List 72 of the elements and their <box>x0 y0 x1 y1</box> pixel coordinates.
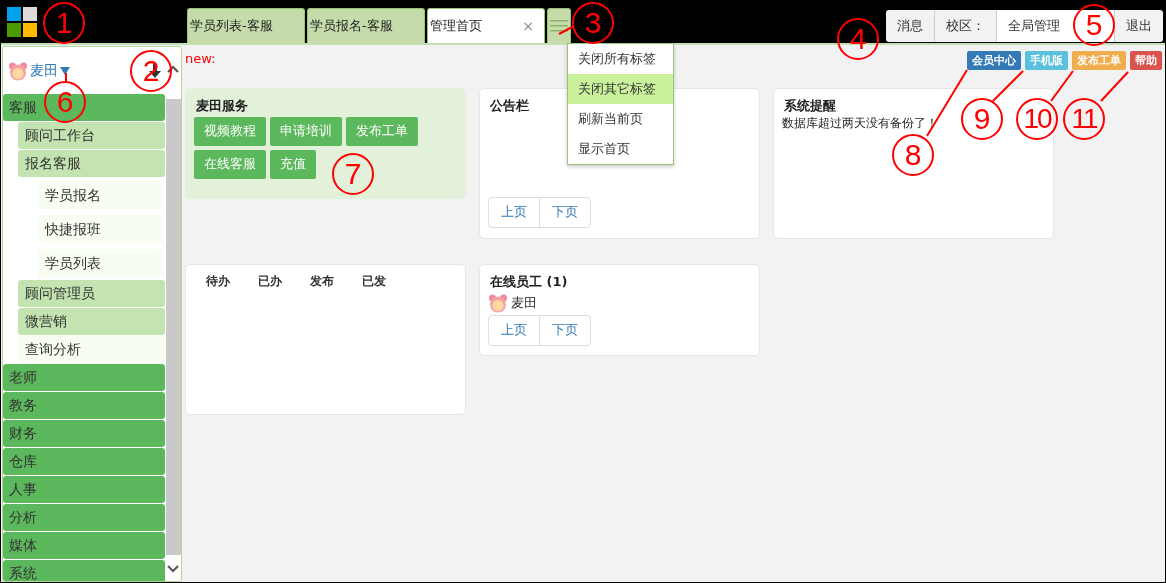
annotation-number: 6 <box>44 81 86 123</box>
action-button[interactable]: 退出 <box>1114 10 1163 42</box>
menu-item[interactable]: 微营销 <box>18 308 165 335</box>
staff-name: 麦田 <box>511 294 537 312</box>
leader-line <box>558 25 575 35</box>
annotation-number: 11 <box>1063 98 1105 140</box>
scrollbar-thumb[interactable] <box>165 99 181 555</box>
menu-item[interactable]: 学员列表 <box>38 249 163 277</box>
task-tab[interactable]: 已办 <box>258 273 282 290</box>
pager-button[interactable]: 下页 <box>539 198 590 227</box>
avatar-icon <box>488 293 508 313</box>
annotation-number: 2 <box>130 50 172 92</box>
menu-item[interactable]: 学员报名 <box>38 181 163 209</box>
annotation-number: 10 <box>1016 98 1058 140</box>
task-tab[interactable]: 已发 <box>362 273 386 290</box>
menu-item[interactable]: 老师 <box>3 364 165 391</box>
logo-icon <box>7 7 37 37</box>
menu-button[interactable] <box>547 8 571 43</box>
leader-line <box>992 70 1024 102</box>
menu-item[interactable]: 财务 <box>3 420 165 447</box>
dropdown-item[interactable]: 关闭所有标签 <box>568 44 673 74</box>
dropdown-item[interactable]: 关闭其它标签 <box>568 74 673 104</box>
panel-title: 系统提醒 <box>783 97 837 115</box>
dropdown-item[interactable]: 刷新当前页 <box>568 104 673 134</box>
dropdown-item[interactable]: 显示首页 <box>568 134 673 164</box>
campus-field[interactable]: 全局管理 <box>996 10 1062 42</box>
annotation-number: 1 <box>43 2 85 44</box>
annotation-number: 7 <box>332 153 374 195</box>
menu-item[interactable]: 查询分析 <box>18 336 165 363</box>
annotation-number: 9 <box>961 98 1003 140</box>
tab-label: 管理首页 <box>430 17 482 35</box>
panel-title: 麦田服务 <box>195 97 249 115</box>
task-tab[interactable]: 发布 <box>310 273 334 290</box>
tab[interactable]: 学员报名-客服 <box>307 8 425 43</box>
menu-item[interactable]: 分析 <box>3 504 165 531</box>
annotation-number: 8 <box>892 134 934 176</box>
menu-item[interactable]: 仓库 <box>3 448 165 475</box>
tag-button[interactable]: 会员中心 <box>967 51 1021 70</box>
panel-title: 公告栏 <box>489 97 530 115</box>
menu-item[interactable]: 报名客服 <box>18 150 165 177</box>
menu-item[interactable]: 快捷报班 <box>38 215 163 243</box>
pager-button[interactable]: 上页 <box>489 316 539 345</box>
leader-line <box>65 72 67 83</box>
new-label: new: <box>185 51 216 66</box>
avatar-icon <box>8 60 28 81</box>
tab[interactable]: 学员列表-客服 <box>187 8 305 43</box>
pager-button[interactable]: 上页 <box>489 198 539 227</box>
scroll-up-icon[interactable] <box>167 65 179 73</box>
leader-line <box>926 69 968 137</box>
annotation-number: 3 <box>572 2 614 44</box>
action-button[interactable]: 消息 <box>886 10 934 42</box>
panel-title: 在线员工 (1) <box>489 273 569 291</box>
tab[interactable]: 管理首页 × <box>427 8 545 43</box>
leader-line <box>1100 71 1129 102</box>
close-icon[interactable]: × <box>522 18 540 34</box>
tab-label: 学员列表-客服 <box>190 17 273 35</box>
user-name-link[interactable]: 麦田 <box>30 61 58 80</box>
task-tab[interactable]: 待办 <box>206 273 230 290</box>
menu-item[interactable]: 系统 <box>3 560 165 581</box>
menu-item[interactable]: 顾问管理员 <box>18 280 165 307</box>
menu-item[interactable]: 媒体 <box>3 532 165 559</box>
leader-line <box>1050 70 1074 102</box>
tag-button[interactable]: 帮助 <box>1130 51 1162 70</box>
tab-label: 学员报名-客服 <box>310 17 393 35</box>
menu-item[interactable]: 教务 <box>3 392 165 419</box>
menu-item[interactable]: 人事 <box>3 476 165 503</box>
scroll-down-icon[interactable] <box>167 565 179 573</box>
annotation-number: 5 <box>1073 4 1115 46</box>
pager-button[interactable]: 下页 <box>539 316 590 345</box>
menu-item[interactable]: 顾问工作台 <box>18 122 165 149</box>
menu-icon <box>550 19 568 33</box>
caret-icon[interactable] <box>60 66 70 75</box>
